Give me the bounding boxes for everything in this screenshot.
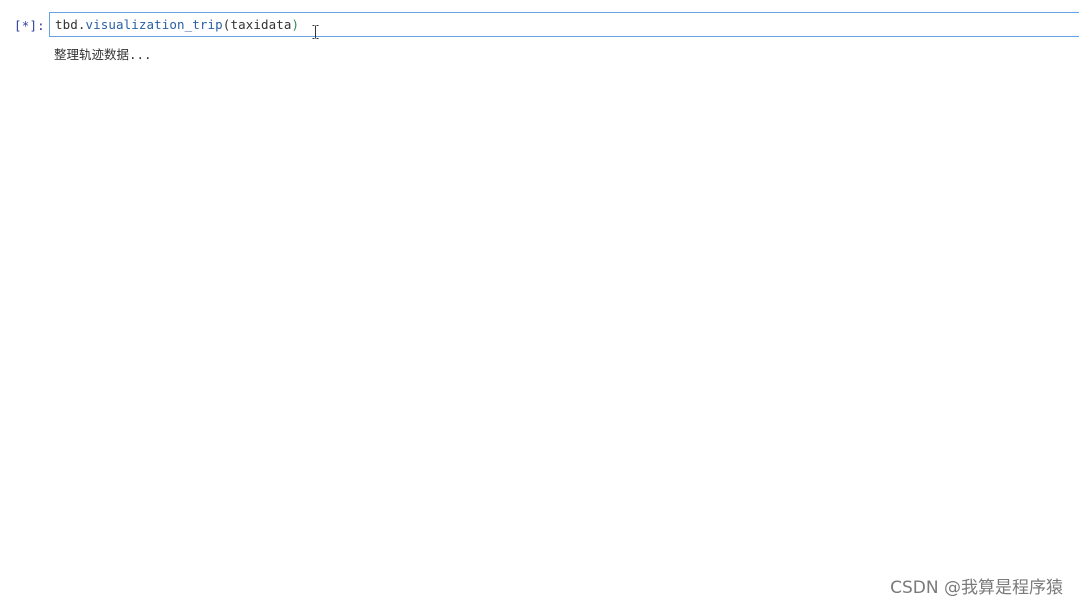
cell-execution-prompt: [*]:	[14, 18, 45, 33]
code-token-argument: taxidata	[230, 17, 292, 32]
watermark: CSDN @我算是程序猿	[890, 578, 1063, 598]
code-token-object: tbd	[55, 17, 78, 32]
code-token-dot: .	[77, 17, 86, 32]
code-line[interactable]: tbd.visualization_trip(taxidata)	[55, 17, 299, 32]
cell-output-text: 整理轨迹数据...	[54, 47, 152, 62]
i-beam-cursor-icon	[312, 25, 319, 39]
code-editor[interactable]: tbd.visualization_trip(taxidata)	[49, 12, 1079, 37]
code-token-close-paren: )	[291, 17, 300, 32]
code-token-function: visualization_trip	[85, 17, 223, 32]
